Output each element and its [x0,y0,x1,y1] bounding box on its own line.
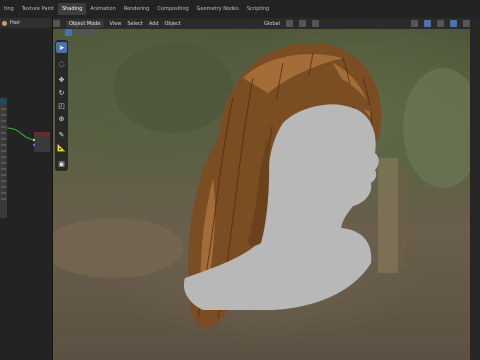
menu-object[interactable]: Object [165,21,181,27]
workspace-tab-scripting[interactable]: Scripting [243,3,273,15]
properties-strip [470,18,480,360]
menu-select[interactable]: Select [127,21,142,27]
select-subtract-icon[interactable] [81,29,88,36]
workspace-tab-sculpting[interactable]: ting [0,3,18,15]
xray-icon[interactable] [437,20,444,27]
select-extend-icon[interactable] [73,29,80,36]
transform-icon[interactable]: ⊕ [56,113,67,124]
tool-shelf: ➤ ◌ ✥ ↻ ◰ ⊕ ✎ 📐 ▣ [55,40,68,171]
visibility-icon[interactable] [411,20,418,27]
shading-material-icon[interactable] [450,20,457,27]
workspace-tab-texture-paint[interactable]: Texture Paint [18,3,58,15]
scale-icon[interactable]: ◰ [56,100,67,111]
add-cube-icon[interactable]: ▣ [56,158,67,169]
workspace-tab-shading[interactable]: Shading [57,3,87,15]
mode-dropdown[interactable]: Object Mode [66,19,104,28]
workspace-tab-geometry-nodes[interactable]: Geometry Nodes [193,3,243,15]
shader-editor-header: Hair [0,18,52,28]
workspace-tab-bar: ting Texture Paint Shading Animation Ren… [0,0,480,18]
move-icon[interactable]: ✥ [56,74,67,85]
node-socket[interactable] [32,138,36,142]
shading-rendered-icon[interactable] [463,20,470,27]
material-name[interactable]: Hair [10,20,20,26]
menu-view[interactable]: View [110,21,122,27]
measure-icon[interactable]: 📐 [56,142,67,153]
rotate-icon[interactable]: ↻ [56,87,67,98]
3d-viewport[interactable]: Object Mode View Select Add Object Globa… [53,18,480,360]
material-output-header [34,132,50,136]
annotate-icon[interactable]: ✎ [56,129,67,140]
pivot-icon[interactable] [286,20,293,27]
principled-node-header [0,98,7,104]
select-invert-icon[interactable] [89,29,96,36]
material-icon [2,20,7,26]
transform-orientation-dropdown[interactable]: Global [264,21,280,27]
node-canvas[interactable] [0,28,52,360]
snap-icon[interactable] [299,20,306,27]
node-graph [0,98,50,218]
select-new-icon[interactable] [65,29,72,36]
node-link [6,127,35,141]
viewport-header: Object Mode View Select Add Object Globa… [53,18,480,29]
workspace-tab-rendering[interactable]: Rendering [120,3,154,15]
shader-editor-panel: Hair [0,18,53,360]
viewport-scene [53,42,480,328]
workspace-tab-animation[interactable]: Animation [86,3,120,15]
node-socket[interactable] [32,143,36,147]
select-box-icon[interactable]: ◌ [56,58,67,69]
editor-type-icon[interactable] [53,20,60,27]
menu-add[interactable]: Add [149,21,159,27]
workspace-tab-compositing[interactable]: Compositing [153,3,192,15]
selection-mode-buttons [65,29,96,37]
proportional-edit-icon[interactable] [312,20,319,27]
cursor-icon[interactable]: ➤ [56,42,67,53]
overlays-icon[interactable] [424,20,431,27]
